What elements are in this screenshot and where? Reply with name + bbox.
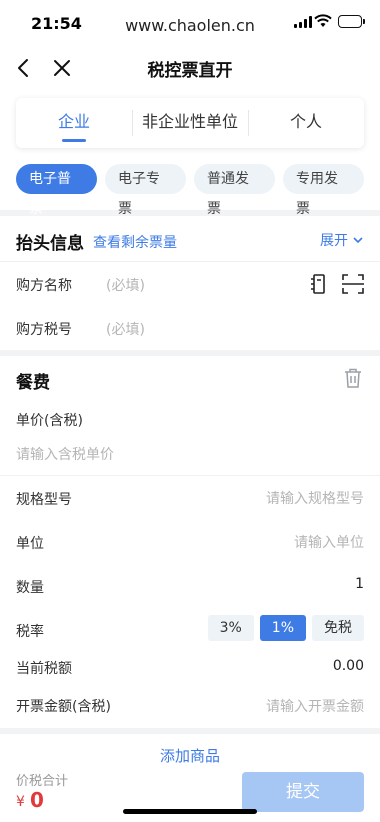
unit-price-label-row: 单价(含税) — [0, 402, 380, 438]
unit-price-input[interactable]: 请输入含税单价 — [0, 438, 380, 476]
chip-paper-normal-invoice[interactable]: 普通发票 — [194, 164, 275, 217]
unit-field[interactable]: 单位 请输入单位 — [0, 520, 380, 564]
buyer-name-input[interactable]: (必填) — [106, 275, 145, 295]
buyer-name-label: 购方名称 — [16, 278, 72, 294]
footer-bar: 价税合计 ¥ 0 提交 — [0, 764, 380, 822]
submit-button[interactable]: 提交 — [242, 772, 364, 812]
amount-field[interactable]: 开票金额(含税) 请输入开票金额 — [0, 688, 380, 728]
tax-rate-3[interactable]: 3% — [207, 615, 254, 641]
tab-individual[interactable]: 个人 — [248, 98, 364, 148]
home-indicator[interactable] — [123, 809, 257, 814]
wifi-icon — [314, 14, 332, 27]
title-book-icon[interactable] — [310, 273, 328, 295]
unit-input[interactable]: 请输入单位 — [294, 532, 364, 552]
buyer-name-field[interactable]: 购方名称 (必填) — [0, 262, 380, 306]
item-title: 餐费 — [16, 373, 50, 393]
spec-field[interactable]: 规格型号 请输入规格型号 — [0, 476, 380, 520]
chip-paper-special-invoice[interactable]: 专用发票 — [283, 164, 364, 217]
quantity-input[interactable]: 1 — [355, 576, 364, 592]
tax-rate-options: 3% 1% 免税 — [207, 615, 364, 641]
header-info-title: 抬头信息 — [16, 234, 84, 254]
buyer-tax-no-field[interactable]: 购方税号 (必填) — [0, 306, 380, 350]
unit-label: 单位 — [16, 536, 44, 552]
quantity-label: 数量 — [16, 580, 44, 596]
amount-input[interactable]: 请输入开票金额 — [266, 696, 364, 716]
current-tax-label: 当前税额 — [16, 661, 72, 677]
spec-input[interactable]: 请输入规格型号 — [266, 488, 364, 508]
total-amount: 0 — [30, 788, 44, 812]
battery-icon — [338, 15, 365, 28]
header-info-head: 抬头信息 查看剩余票量 展开 — [0, 216, 380, 262]
tab-non-enterprise[interactable]: 非企业性单位 — [132, 98, 248, 148]
tax-rate-label: 税率 — [16, 624, 44, 640]
header-info-card: 抬头信息 查看剩余票量 展开 购方名称 (必填) 购方税号 (必填) — [0, 216, 380, 350]
chip-e-special-invoice[interactable]: 电子专票 — [105, 164, 186, 217]
chevron-down-icon — [353, 237, 363, 244]
nav-bar: 税控票直开 — [0, 44, 380, 92]
currency-symbol: ¥ — [16, 794, 25, 810]
tax-rate-exempt[interactable]: 免税 — [312, 615, 364, 641]
buyer-type-section: 企业 非企业性单位 个人 — [0, 92, 380, 158]
tax-rate-1[interactable]: 1% — [259, 615, 306, 641]
tab-enterprise[interactable]: 企业 — [16, 98, 132, 148]
unit-price-placeholder: 请输入含税单价 — [16, 447, 114, 463]
signal-icon — [294, 16, 312, 28]
scan-icon[interactable] — [342, 274, 364, 294]
quantity-field[interactable]: 数量 1 — [0, 564, 380, 608]
remaining-quota-link[interactable]: 查看剩余票量 — [93, 232, 177, 252]
invoice-type-chips: 电子普票 电子专票 普通发票 专用发票 — [0, 158, 380, 217]
tax-rate-field: 税率 3% 1% 免税 — [0, 608, 380, 652]
expand-label: 展开 — [320, 233, 348, 249]
buyer-type-tabs: 企业 非企业性单位 个人 — [16, 98, 364, 148]
buyer-tax-no-input[interactable]: (必填) — [106, 319, 145, 339]
current-tax-row: 当前税额 0.00 — [0, 652, 380, 688]
item-head: 餐费 — [0, 356, 380, 402]
item-card: 餐费 单价(含税) 请输入含税单价 规格型号 请输入规格型号 单位 请输入单位 … — [0, 356, 380, 728]
total-label: 价税合计 — [16, 774, 69, 789]
trash-icon[interactable] — [344, 368, 362, 388]
status-bar: 21:54 www.chaolen.cn — [0, 0, 380, 44]
spec-label: 规格型号 — [16, 492, 72, 508]
chip-e-normal-invoice[interactable]: 电子普票 — [16, 164, 97, 217]
buyer-tax-no-label: 购方税号 — [16, 322, 72, 338]
current-tax-value: 0.00 — [332, 658, 364, 674]
unit-price-label: 单价(含税) — [16, 413, 83, 429]
amount-label: 开票金额(含税) — [16, 699, 111, 715]
page-title: 税控票直开 — [147, 61, 233, 81]
expand-button[interactable]: 展开 — [320, 230, 364, 250]
